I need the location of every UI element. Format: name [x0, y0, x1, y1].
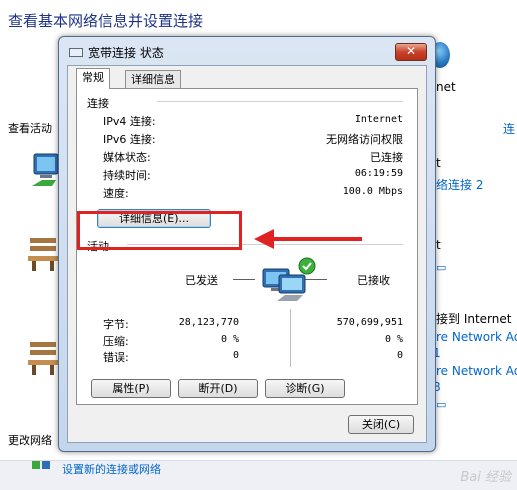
highlight-box: [77, 211, 242, 250]
duration-value: 06:19:59: [354, 168, 403, 179]
activity-connector: [290, 309, 291, 367]
setup-new-connection-link[interactable]: 设置新的连接或网络: [62, 461, 161, 477]
ipv6-value: 无网络访问权限: [326, 133, 403, 146]
watermark: Bai 经验: [460, 470, 511, 485]
errors-received-value: 0: [396, 350, 403, 361]
speed-label: 速度:: [103, 187, 129, 200]
bg-fragment-link[interactable]: 连: [503, 120, 515, 137]
change-settings-label: 更改网络: [8, 434, 52, 447]
divider: [157, 101, 403, 102]
diagnose-button[interactable]: 诊断(G): [265, 379, 345, 398]
compression-label: 压缩:: [103, 335, 129, 348]
bytes-received-value: 570,699,951: [336, 317, 403, 328]
speed-value: 100.0 Mbps: [342, 186, 403, 197]
active-networks-label: 查看活动: [8, 122, 52, 135]
errors-sent-value: 0: [232, 350, 239, 361]
bg-link-connection-2[interactable]: 络连接 2: [436, 176, 483, 193]
duration-label: 持续时间:: [103, 169, 151, 182]
tab-details[interactable]: 详细信息: [125, 70, 181, 88]
received-label: 已接收: [357, 274, 390, 287]
bg-fragment-t1: t: [436, 156, 441, 170]
bg-fragment-chevron: ▭: [436, 261, 447, 274]
tab-general[interactable]: 常规: [76, 68, 110, 89]
dialog-title: 宽带连接 状态: [88, 46, 164, 60]
network-activity-icon: [262, 257, 316, 301]
annotation-arrow-shaft: [272, 237, 362, 241]
properties-button[interactable]: 属性(P): [91, 379, 171, 398]
connection-section-label: 连接: [87, 97, 109, 110]
media-state-value: 已连接: [370, 151, 403, 164]
compression-received-value: 0 %: [384, 334, 403, 345]
disable-button[interactable]: 断开(D): [178, 379, 258, 398]
close-button[interactable]: 关闭(C): [348, 415, 414, 434]
network-setup-icon: [32, 461, 50, 469]
errors-label: 错误:: [103, 351, 129, 364]
ipv4-value: Internet: [354, 114, 403, 125]
bg-fragment-internet: 接到 Internet: [436, 312, 512, 326]
ipv6-label: IPv6 连接:: [103, 133, 156, 146]
dialog-titlebar[interactable]: 宽带连接 状态 ✕: [59, 37, 435, 65]
bytes-label: 字节:: [103, 318, 129, 331]
bg-fragment-net: net: [436, 80, 456, 94]
close-icon[interactable]: ✕: [395, 43, 427, 61]
bg-link-network-adapter-1[interactable]: re Network Ad: [436, 330, 517, 344]
annotation-arrow-icon: [254, 229, 274, 249]
connection-icon: [69, 48, 83, 57]
bg-link-network-adapter-2[interactable]: re Network Ad: [436, 364, 517, 378]
media-state-label: 媒体状态:: [103, 151, 151, 164]
compression-sent-value: 0 %: [220, 334, 239, 345]
page-title: 查看基本网络信息并设置连接: [8, 12, 204, 30]
sent-dash: [233, 279, 255, 280]
dialog-client: 常规 详细信息 连接 IPv4 连接: Internet IPv6 连接: 无网…: [67, 65, 427, 443]
bytes-sent-value: 28,123,770: [178, 317, 239, 328]
bench-icon: [28, 238, 58, 271]
bench-icon-2: [28, 342, 58, 375]
sent-label: 已发送: [185, 274, 218, 287]
bg-fragment-chevron-2: ▭: [436, 398, 447, 411]
bg-fragment-t2: t: [436, 238, 441, 252]
ipv4-label: IPv4 连接:: [103, 115, 156, 128]
computer-icon: [32, 153, 59, 186]
